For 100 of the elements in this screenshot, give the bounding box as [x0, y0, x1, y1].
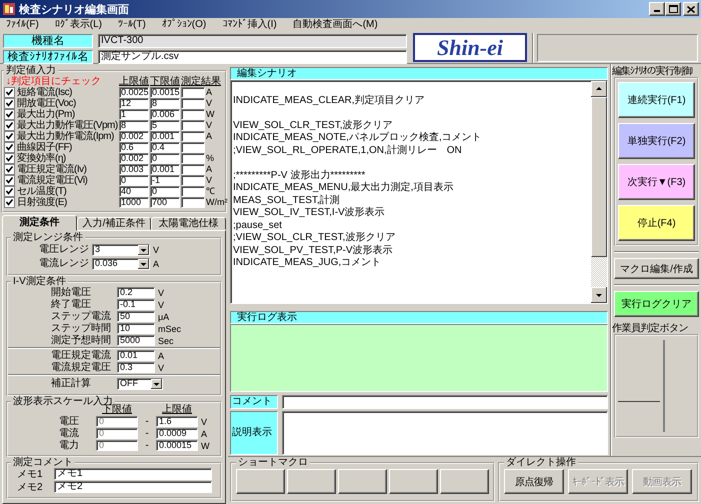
checkbox[interactable]: [4, 98, 15, 109]
macro-button[interactable]: [389, 469, 438, 494]
field-label: メモ1: [17, 468, 44, 480]
menu-item[interactable]: ﾌｧｲﾙ(F): [6, 19, 39, 31]
field-label: 電圧レンジ: [38, 244, 89, 255]
memo-field[interactable]: メモ2: [54, 481, 212, 493]
close-button[interactable]: [683, 2, 699, 16]
upper-limit-field[interactable]: 0.002: [119, 153, 149, 164]
range-select[interactable]: 0.036: [92, 258, 150, 270]
lower-scale-field[interactable]: 0: [96, 416, 138, 427]
menu-item[interactable]: 自動検査画面へ(M): [292, 19, 378, 31]
select-field[interactable]: OFF: [117, 378, 163, 390]
scroll-up-icon[interactable]: [591, 81, 607, 97]
item-label: 日射強度(E): [17, 197, 68, 208]
macro-button[interactable]: [287, 469, 336, 494]
memo-field[interactable]: メモ1: [54, 468, 212, 480]
lower-limit-field[interactable]: 700: [150, 197, 180, 208]
unit-label: V: [201, 416, 208, 426]
upper-limit-field[interactable]: 1: [119, 109, 149, 120]
upper-scale-field[interactable]: 0.0009: [156, 428, 198, 439]
input-field[interactable]: 0.2: [117, 287, 155, 298]
field-label: ステップ電流: [51, 311, 112, 322]
lower-limit-field[interactable]: 8: [150, 98, 180, 109]
model-field[interactable]: IVCT-300: [98, 34, 407, 48]
tab[interactable]: 太陽電池仕様: [151, 217, 226, 230]
upper-limit-field[interactable]: 0.003: [119, 164, 149, 175]
upper-limit-field[interactable]: 0.6: [119, 142, 149, 153]
input-field[interactable]: 0.01: [117, 350, 155, 361]
tab[interactable]: 入力/補正条件: [76, 217, 152, 230]
lower-limit-field[interactable]: 0: [150, 186, 180, 197]
item-label: セル温度(T): [17, 186, 68, 197]
checkbox[interactable]: [4, 120, 15, 131]
lower-scale-field[interactable]: 0: [96, 428, 138, 439]
result-field: [181, 197, 205, 208]
input-field[interactable]: 50: [117, 311, 155, 322]
unit-label: Sec: [158, 336, 174, 346]
input-field[interactable]: 5000: [117, 335, 155, 346]
lower-limit-field[interactable]: 0.001: [150, 164, 180, 175]
menu-item[interactable]: ｺﾏﾝﾄﾞ挿入(I): [222, 19, 277, 31]
minimize-button[interactable]: [649, 2, 665, 16]
checkbox[interactable]: [4, 186, 15, 197]
upper-limit-field[interactable]: 0: [119, 175, 149, 186]
field-label: 終了電圧: [51, 299, 92, 310]
menu-item[interactable]: ﾂｰﾙ(T): [118, 19, 146, 31]
upper-limit-field[interactable]: 8: [119, 120, 149, 131]
scrollbar[interactable]: [591, 81, 607, 303]
lower-limit-field[interactable]: 0.4: [150, 142, 180, 153]
menu-item[interactable]: ｵﾌﾟｼｮﾝ(O): [162, 19, 206, 31]
run-button[interactable]: 単独実行(F2): [618, 123, 695, 159]
checkbox[interactable]: [4, 109, 15, 120]
run-button[interactable]: 連続実行(F1): [618, 82, 695, 118]
lower-scale-field[interactable]: 0: [96, 440, 138, 451]
upper-limit-field[interactable]: 0.0025: [119, 87, 149, 98]
scroll-thumb[interactable]: [591, 97, 607, 257]
input-field[interactable]: 10: [117, 323, 155, 334]
checkbox[interactable]: [4, 131, 15, 142]
macro-button[interactable]: [440, 469, 489, 494]
tab[interactable]: 測定条件: [2, 215, 77, 231]
checkbox[interactable]: [4, 153, 15, 164]
dash-text: -: [144, 440, 150, 451]
dropdown-arrow-icon[interactable]: [151, 378, 162, 388]
upper-limit-field[interactable]: 40: [119, 186, 149, 197]
scenario-editor[interactable]: INDICATE_MEAS_CLEAR,判定項目クリア VIEW_SOL_CLR_TEST,波形クリア INDICATE_MEAS_NOTE,パネルブロック検査,コメント ;VIEW_SOL_RL_OPERATE,1,ON,計測リレー ON ;*********P-V 波形出力********* INDICATE_MEAS_MENU,最大出力測定,項目表示 MEAS_SOL_TEST,計測 VIEW_SOL_IV_TEST,I-V波形表示 ;pause_set ;VIEW_SOL_CLR_TEST,波形クリア VIEW_SOL_PV_TEST,P-V波形表示 INDICATE_MEAS_JUG,コメント: [230, 80, 608, 304]
unit-label: %: [206, 153, 216, 164]
scroll-down-icon[interactable]: [591, 287, 607, 303]
checkbox[interactable]: [4, 175, 15, 186]
upper-limit-field[interactable]: 0.002: [119, 131, 149, 142]
macro-edit-button[interactable]: マクロ編集/作成: [614, 258, 699, 279]
action-button[interactable]: 原点復帰: [504, 469, 564, 494]
menu-item[interactable]: ﾛｸﾞ表示(L): [54, 19, 102, 31]
comment-field[interactable]: [282, 395, 608, 409]
macro-button[interactable]: [236, 469, 285, 494]
dropdown-arrow-icon[interactable]: [138, 244, 149, 254]
lower-limit-field[interactable]: 0.001: [150, 131, 180, 142]
lower-limit-field[interactable]: 0.006: [150, 109, 180, 120]
log-clear-button[interactable]: 実行ログクリア: [614, 291, 699, 317]
lower-limit-field[interactable]: 5: [150, 120, 180, 131]
input-field[interactable]: 0.3: [117, 362, 155, 373]
file-field[interactable]: 測定サンプル.csv: [98, 50, 407, 64]
run-button[interactable]: 次実行▼(F3): [618, 164, 695, 200]
lower-limit-field[interactable]: -1: [150, 175, 180, 186]
input-field[interactable]: -0.1: [117, 299, 155, 310]
lower-limit-field[interactable]: 0.0015: [150, 87, 180, 98]
maximize-button[interactable]: [665, 2, 681, 16]
lower-limit-field[interactable]: 0: [150, 153, 180, 164]
checkbox[interactable]: [4, 87, 15, 98]
field-label: 補正計算: [51, 378, 92, 389]
upper-scale-field[interactable]: 0.00015: [156, 440, 198, 451]
dropdown-arrow-icon[interactable]: [138, 258, 149, 268]
upper-limit-field[interactable]: 12: [119, 98, 149, 109]
checkbox[interactable]: [4, 197, 15, 208]
unit-label: V: [206, 98, 214, 109]
upper-scale-field[interactable]: 1.6: [156, 416, 198, 427]
macro-button[interactable]: [338, 469, 387, 494]
checkbox[interactable]: [4, 164, 15, 175]
upper-limit-field[interactable]: 1000: [119, 197, 149, 208]
range-select[interactable]: 3: [92, 244, 150, 256]
unit-label: A: [153, 258, 160, 268]
run-button[interactable]: 停止(F4): [618, 205, 695, 241]
checkbox[interactable]: [4, 142, 15, 153]
